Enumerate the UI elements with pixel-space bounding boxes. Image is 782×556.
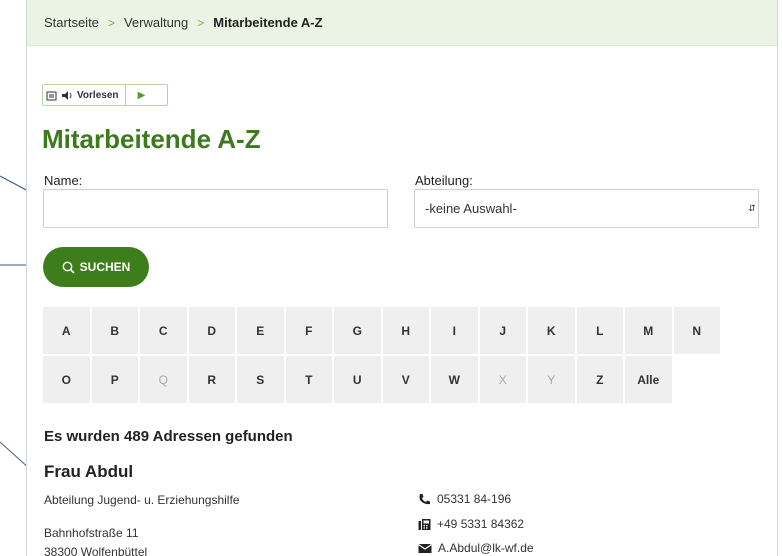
alphabet-letter-q: Q bbox=[140, 356, 187, 403]
page-title: Mitarbeitende A-Z bbox=[42, 124, 261, 154]
name-label: Name: bbox=[44, 173, 83, 188]
alphabet-letter-m[interactable]: M bbox=[625, 307, 672, 354]
alphabet-letter-p[interactable]: P bbox=[91, 356, 138, 403]
person-email: A.Abdul@lk-wf.de bbox=[418, 541, 534, 555]
alphabet-letter-c[interactable]: C bbox=[140, 307, 187, 354]
readspeaker-widget: Vorlesen ▶ bbox=[42, 84, 168, 106]
alphabet-letter-j[interactable]: J bbox=[479, 307, 526, 354]
select-arrows-icon: ⇵ bbox=[748, 203, 756, 213]
alphabet-letter-t[interactable]: T bbox=[285, 356, 332, 403]
alphabet-letter-e[interactable]: E bbox=[237, 307, 284, 354]
breadcrumb-separator: > bbox=[197, 15, 205, 30]
results-count: Es wurden 489 Adressen gefunden bbox=[44, 428, 293, 445]
person-phone: 05331 84-196 bbox=[418, 492, 511, 506]
alphabet-letter-g[interactable]: G bbox=[334, 307, 381, 354]
alphabet-letter-y: Y bbox=[528, 356, 575, 403]
person-city: 38300 Wolfenbüttel bbox=[44, 545, 148, 556]
alphabet-letter-w[interactable]: W bbox=[431, 356, 478, 403]
readspeaker-label: Vorlesen bbox=[77, 89, 119, 101]
alphabet-letter-a[interactable]: A bbox=[43, 307, 90, 354]
envelope-icon bbox=[418, 543, 432, 553]
alphabet-letter-alle[interactable]: Alle bbox=[625, 356, 672, 403]
page-frame: Startseite > Verwaltung > Mitarbeitende … bbox=[26, 0, 778, 556]
play-icon: ▶ bbox=[137, 89, 146, 101]
alphabet-letter-o[interactable]: O bbox=[43, 356, 90, 403]
breadcrumb-item-verwaltung[interactable]: Verwaltung bbox=[124, 15, 188, 30]
alphabet-letter-z[interactable]: Z bbox=[576, 356, 623, 403]
alphabet-letter-i[interactable]: I bbox=[431, 307, 478, 354]
alphabet-letter-d[interactable]: D bbox=[188, 307, 235, 354]
alphabet-letter-f[interactable]: F bbox=[285, 307, 332, 354]
search-icon bbox=[62, 261, 75, 274]
breadcrumb: Startseite > Verwaltung > Mitarbeitende … bbox=[27, 0, 777, 46]
alphabet-letter-h[interactable]: H bbox=[382, 307, 429, 354]
phone-icon bbox=[419, 493, 430, 504]
alphabet-letter-x: X bbox=[479, 356, 526, 403]
alphabet-letter-k[interactable]: K bbox=[528, 307, 575, 354]
person-name: Frau Abdul bbox=[44, 462, 134, 481]
alphabet-letter-r[interactable]: R bbox=[188, 356, 235, 403]
person-department: Abteilung Jugend- u. Erziehungshilfe bbox=[44, 493, 240, 507]
breadcrumb-current: Mitarbeitende A-Z bbox=[213, 15, 323, 30]
department-selected-value: -keine Auswahl- bbox=[425, 201, 517, 216]
readspeaker-read-button[interactable]: Vorlesen bbox=[43, 85, 126, 105]
speaker-icon bbox=[62, 90, 72, 100]
search-button[interactable]: SUCHEN bbox=[43, 247, 149, 287]
alphabet-letter-v[interactable]: V bbox=[382, 356, 429, 403]
breadcrumb-separator: > bbox=[107, 15, 115, 30]
department-select[interactable]: -keine Auswahl- ⇵ bbox=[414, 189, 759, 228]
name-input[interactable] bbox=[43, 189, 388, 228]
breadcrumb-item-startseite[interactable]: Startseite bbox=[44, 15, 99, 30]
alphabet-letter-n[interactable]: N bbox=[673, 307, 720, 354]
phone-number[interactable]: 05331 84-196 bbox=[437, 492, 511, 506]
fax-icon bbox=[418, 518, 431, 530]
alphabet-filter: A B C D E F G H I J K L M N O P Q R S T U V W X Y Z Alle bbox=[43, 307, 727, 403]
alphabet-letter-u[interactable]: U bbox=[334, 356, 381, 403]
fax-number: +49 5331 84362 bbox=[437, 517, 525, 531]
menu-icon bbox=[46, 91, 57, 101]
person-street: Bahnhofstraße 11 bbox=[44, 526, 139, 540]
search-button-label: SUCHEN bbox=[79, 260, 131, 274]
email-link[interactable]: A.Abdul@lk-wf.de bbox=[438, 541, 534, 555]
person-fax: +49 5331 84362 bbox=[418, 517, 524, 531]
alphabet-letter-s[interactable]: S bbox=[237, 356, 284, 403]
alphabet-letter-b[interactable]: B bbox=[91, 307, 138, 354]
readspeaker-play-button[interactable]: ▶ bbox=[126, 85, 158, 105]
department-label: Abteilung: bbox=[415, 173, 473, 188]
alphabet-letter-l[interactable]: L bbox=[576, 307, 623, 354]
